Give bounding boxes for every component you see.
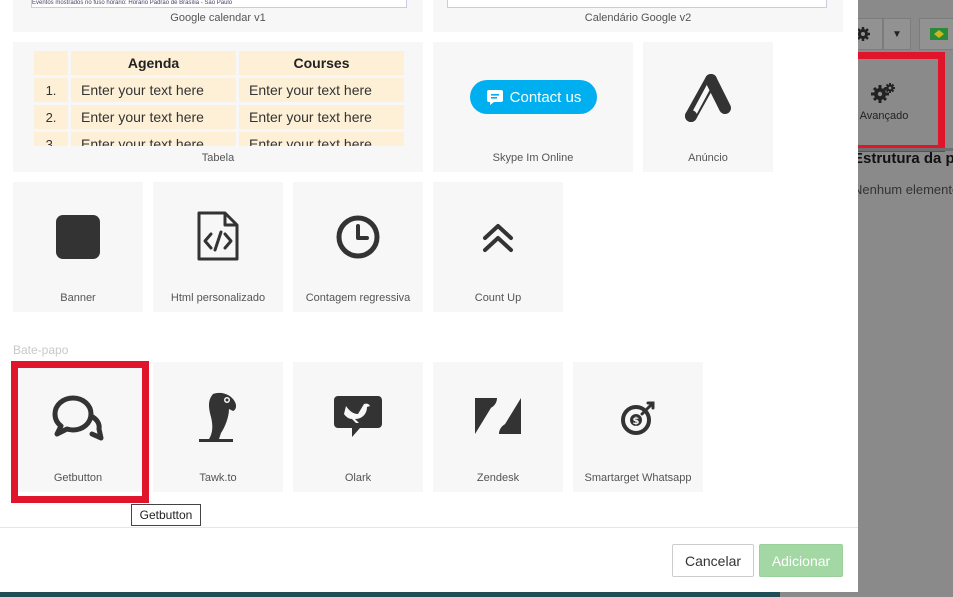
right-gutter (843, 0, 858, 527)
widget-label: Tabela (201, 152, 235, 164)
widget-label: Calendário Google v2 (584, 12, 692, 24)
widget-label: Anúncio (688, 152, 728, 164)
chat-section-title: Bate-papo (13, 343, 69, 357)
widget-google-calendar-v1[interactable]: Eventos mostrados no fuso horário: Horár… (13, 0, 423, 32)
widget-label: Olark (344, 472, 372, 484)
parrot-icon (199, 392, 237, 442)
table-header: Agenda (71, 51, 236, 75)
calendar-preview: Eventos mostrados no fuso horário: Horár… (31, 0, 407, 8)
widget-label: Html personalizado (170, 292, 266, 304)
modal-footer: Cancelar Adicionar (0, 527, 858, 592)
skype-contact-preview: Contact us (470, 80, 597, 114)
calendar-preview-text: Eventos mostrados no fuso horário: Horár… (32, 0, 233, 6)
target-dollar-icon: $ (621, 401, 655, 435)
widget-skype[interactable]: Contact us Skype Im Online (433, 42, 633, 172)
widget-count-up[interactable]: Count Up (433, 182, 563, 312)
code-file-icon (197, 211, 239, 261)
table-cell: Enter your text here (71, 132, 236, 146)
highlight-box-getbutton (11, 361, 149, 503)
widget-olark[interactable]: Olark (293, 362, 423, 492)
settings-dropdown-button[interactable]: ▼ (883, 18, 911, 50)
clock-icon (336, 215, 380, 259)
tooltip: Getbutton (131, 504, 201, 526)
table-cell: Enter your text here (71, 105, 236, 129)
cancel-button[interactable]: Cancelar (672, 544, 754, 577)
ads-icon (685, 74, 731, 122)
zendesk-icon (475, 398, 521, 434)
table-cell: Enter your text here (239, 132, 404, 146)
widget-label: Count Up (474, 292, 522, 304)
calendar-preview (447, 0, 827, 8)
background-toolbar: ▼ (843, 18, 953, 50)
advanced-label: Avançado (859, 110, 909, 122)
widget-zendesk[interactable]: Zendesk (433, 362, 563, 492)
double-chevron-up-icon (483, 224, 513, 252)
table-header-blank (34, 51, 68, 75)
widget-label: Contagem regressiva (305, 292, 411, 304)
add-button[interactable]: Adicionar (759, 544, 843, 577)
table-cell: 2. (34, 105, 68, 129)
skype-button-text: Contact us (509, 88, 582, 106)
widget-label: Tawk.to (199, 472, 237, 484)
table-cell: Enter your text here (239, 105, 404, 129)
page-structure-title: Estrutura da pá (853, 150, 953, 167)
widget-ad[interactable]: Anúncio (643, 42, 773, 172)
widget-tawkto[interactable]: Tawk.to (153, 362, 283, 492)
widget-table[interactable]: Agenda Courses 1. Enter your text here E… (13, 42, 423, 172)
widget-label: Smartarget Whatsapp (584, 472, 692, 484)
widget-banner[interactable]: Banner (13, 182, 143, 312)
gears-icon (871, 83, 895, 103)
widget-custom-html[interactable]: Html personalizado (153, 182, 283, 312)
chat-bubble-icon (486, 90, 503, 105)
table-preview: Agenda Courses 1. Enter your text here E… (13, 42, 423, 146)
widget-smartarget-whatsapp[interactable]: $ Smartarget Whatsapp (573, 362, 703, 492)
widget-google-calendar-v2[interactable]: Calendário Google v2 (433, 0, 843, 32)
table-preview-grid: Agenda Courses 1. Enter your text here E… (31, 48, 407, 146)
widget-label: Google calendar v1 (170, 12, 266, 24)
square-icon (56, 215, 100, 259)
widget-label: Skype Im Online (492, 152, 574, 164)
table-header: Courses (239, 51, 404, 75)
caret-down-icon: ▼ (892, 28, 902, 40)
olark-bird-icon (334, 396, 382, 437)
brazil-flag-icon (930, 28, 948, 40)
table-cell: 1. (34, 78, 68, 102)
table-cell: Enter your text here (239, 78, 404, 102)
language-button[interactable] (919, 18, 953, 50)
table-cell: 3. (34, 132, 68, 146)
table-cell: Enter your text here (71, 78, 236, 102)
widget-label: Banner (60, 292, 96, 304)
widget-label: Zendesk (476, 472, 520, 484)
page-structure-empty-text: Nenhum elemento (853, 182, 953, 197)
widget-list: Eventos mostrados no fuso horário: Horár… (0, 0, 858, 527)
add-widget-modal: Eventos mostrados no fuso horário: Horár… (0, 0, 858, 592)
widget-countdown[interactable]: Contagem regressiva (293, 182, 423, 312)
svg-text:$: $ (633, 416, 640, 427)
